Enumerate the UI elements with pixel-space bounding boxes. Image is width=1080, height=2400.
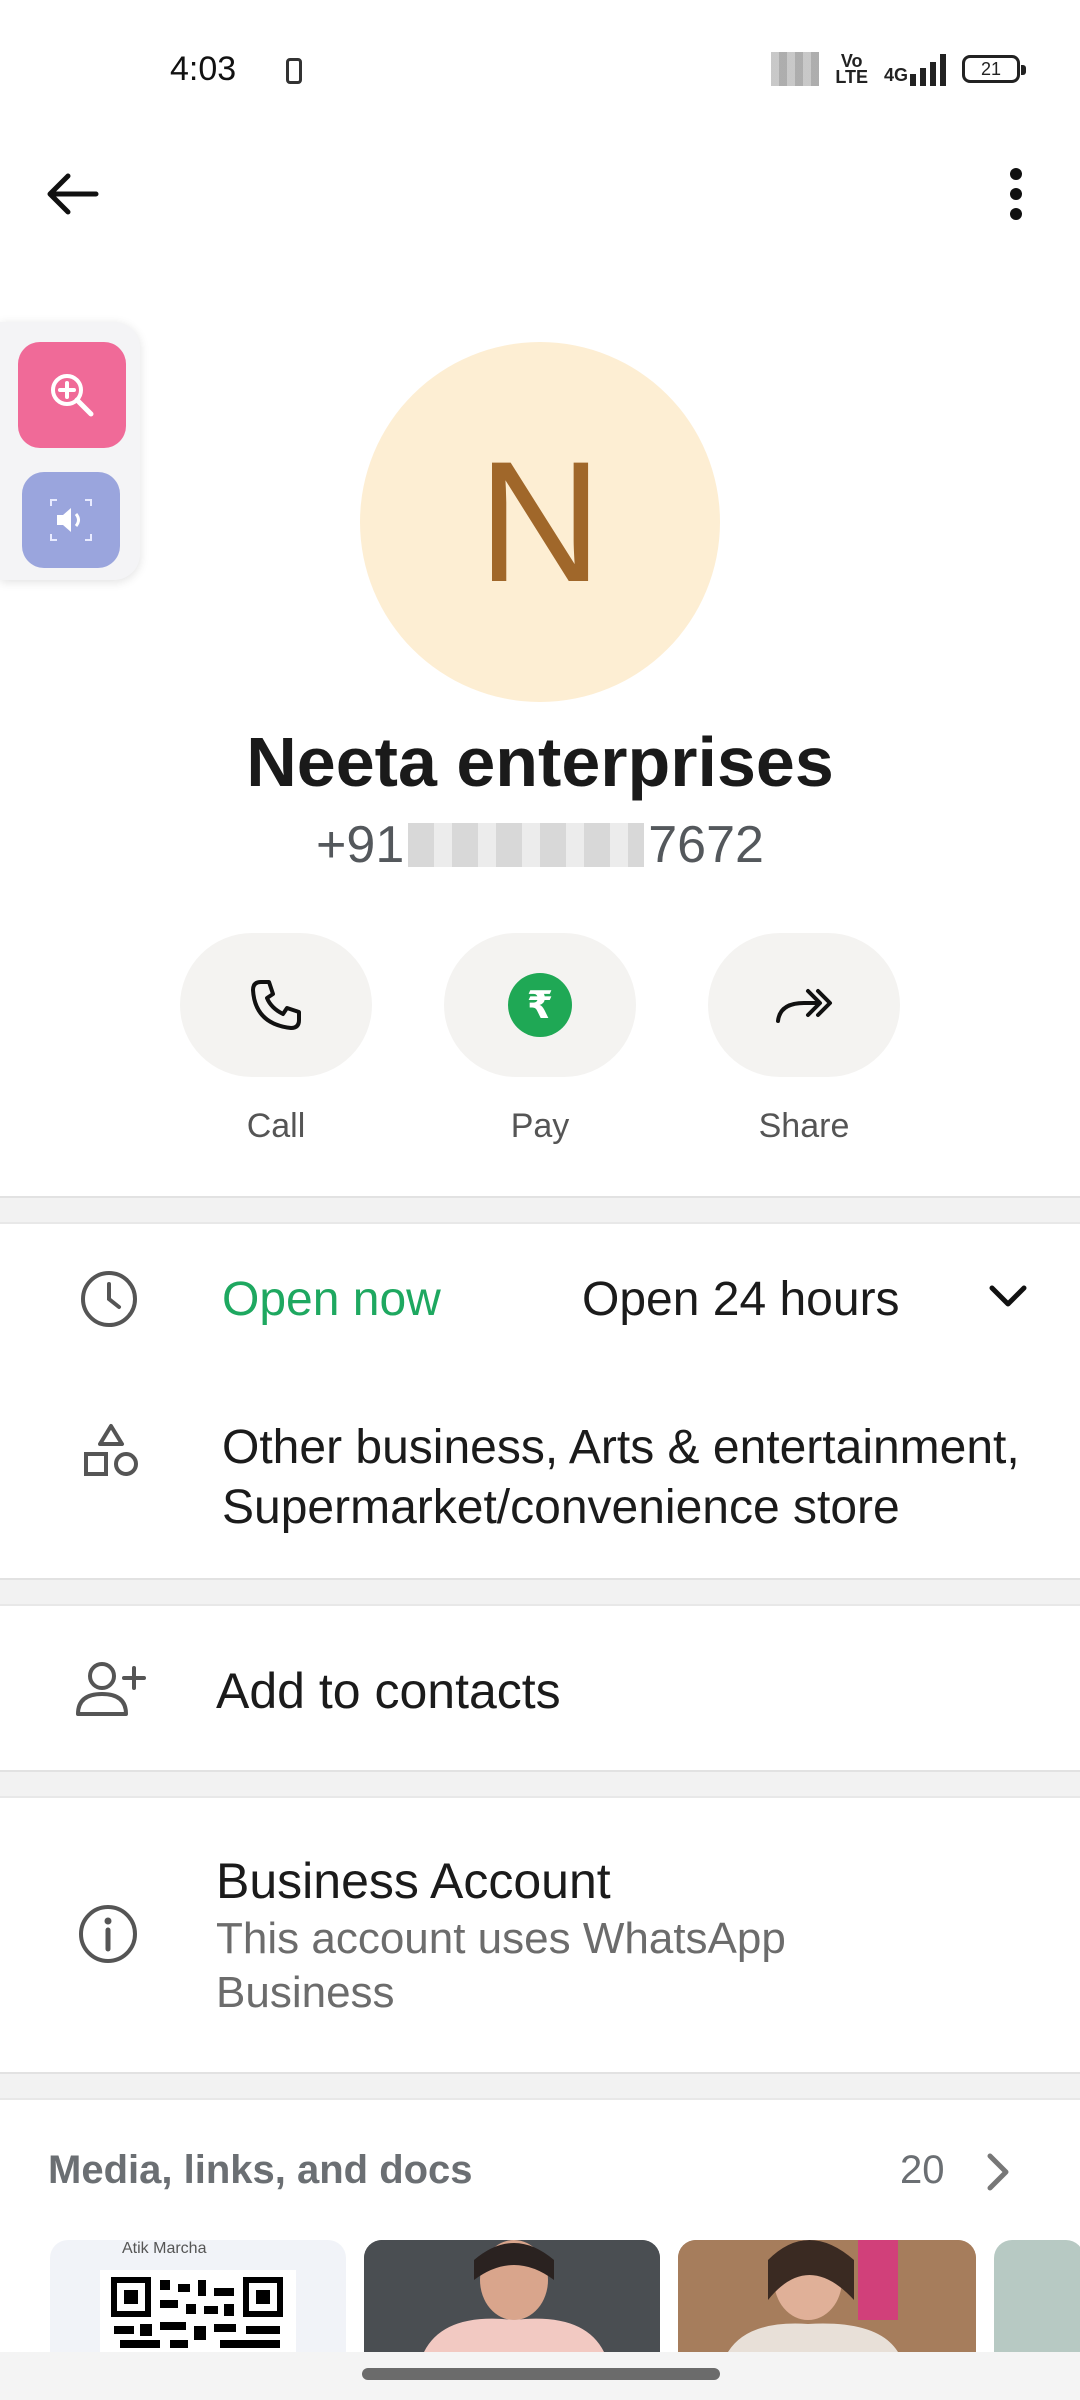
clock-icon <box>81 1271 137 1327</box>
add-to-contacts-label: Add to contacts <box>216 1663 561 1719</box>
share-button[interactable] <box>708 933 900 1077</box>
back-arrow-icon <box>47 173 99 215</box>
phone-suffix: 7672 <box>648 816 764 874</box>
share-arrow-icon <box>776 989 832 1023</box>
business-account-description: This account uses WhatsApp Business <box>216 1914 786 2017</box>
opening-hours[interactable]: Open 24 hours <box>582 1272 900 1327</box>
media-thumbnail-qr[interactable]: Atik Marcha <box>50 2240 346 2352</box>
volte-icon: Vo LTE <box>835 51 868 87</box>
media-section-title[interactable]: Media, links, and docs <box>48 2148 473 2193</box>
qr-caption: Atik Marcha <box>122 2240 207 2257</box>
pay-label: Pay <box>510 1107 570 1145</box>
magnifier-tool-button[interactable] <box>18 342 126 448</box>
media-thumbnail-photo[interactable] <box>994 2240 1080 2352</box>
battery-icon: 21 <box>962 55 1026 83</box>
sound-tool-button[interactable] <box>22 472 120 568</box>
phone-icon <box>251 980 301 1030</box>
phone-number: +91 7672 <box>0 815 1080 875</box>
more-options-button[interactable] <box>982 160 1050 228</box>
speaker-icon <box>50 499 92 541</box>
rupee-icon: ₹ <box>508 973 572 1037</box>
back-button[interactable] <box>38 160 106 228</box>
business-account-title: Business Account <box>216 1853 611 1909</box>
chevron-down-icon <box>989 1285 1027 1307</box>
section-divider <box>0 1196 1080 1224</box>
home-indicator[interactable] <box>362 2368 720 2380</box>
phone-redacted <box>408 823 645 867</box>
phone-prefix: +91 <box>316 816 405 874</box>
section-divider <box>0 1578 1080 1606</box>
photo-image <box>678 2240 976 2352</box>
media-open-button[interactable] <box>978 2148 1018 2196</box>
shapes-icon <box>84 1424 138 1476</box>
more-vert-icon <box>1010 168 1022 220</box>
avatar[interactable]: N <box>360 342 720 702</box>
call-label: Call <box>246 1107 306 1145</box>
avatar-initial: N <box>477 426 603 618</box>
share-label: Share <box>758 1107 850 1145</box>
signal-icon <box>771 52 820 86</box>
business-category: Other business, Arts & entertainment, Su… <box>222 1421 1020 1534</box>
info-icon <box>79 1905 137 1963</box>
network-4g-icon: 4G <box>884 52 946 86</box>
battery-saver-icon <box>286 58 302 84</box>
open-status: Open now <box>222 1273 441 1326</box>
photo-image <box>364 2240 660 2352</box>
expand-hours-button[interactable] <box>978 1272 1038 1322</box>
status-icons: Vo LTE 4G 21 <box>771 51 1026 87</box>
media-thumbnail-photo[interactable] <box>364 2240 660 2352</box>
zoom-in-icon <box>51 374 94 417</box>
add-person-icon <box>76 1662 146 1716</box>
qr-code-icon <box>100 2270 296 2352</box>
contact-name: Neeta enterprises <box>246 723 834 801</box>
section-divider <box>0 2072 1080 2100</box>
media-thumbnail-photo[interactable] <box>678 2240 976 2352</box>
chevron-right-icon <box>987 2153 1009 2191</box>
call-button[interactable] <box>180 933 372 1077</box>
status-time: 4:03 <box>170 50 237 88</box>
media-count[interactable]: 20 <box>900 2148 945 2193</box>
section-divider <box>0 1770 1080 1798</box>
pay-button[interactable]: ₹ <box>444 933 636 1077</box>
